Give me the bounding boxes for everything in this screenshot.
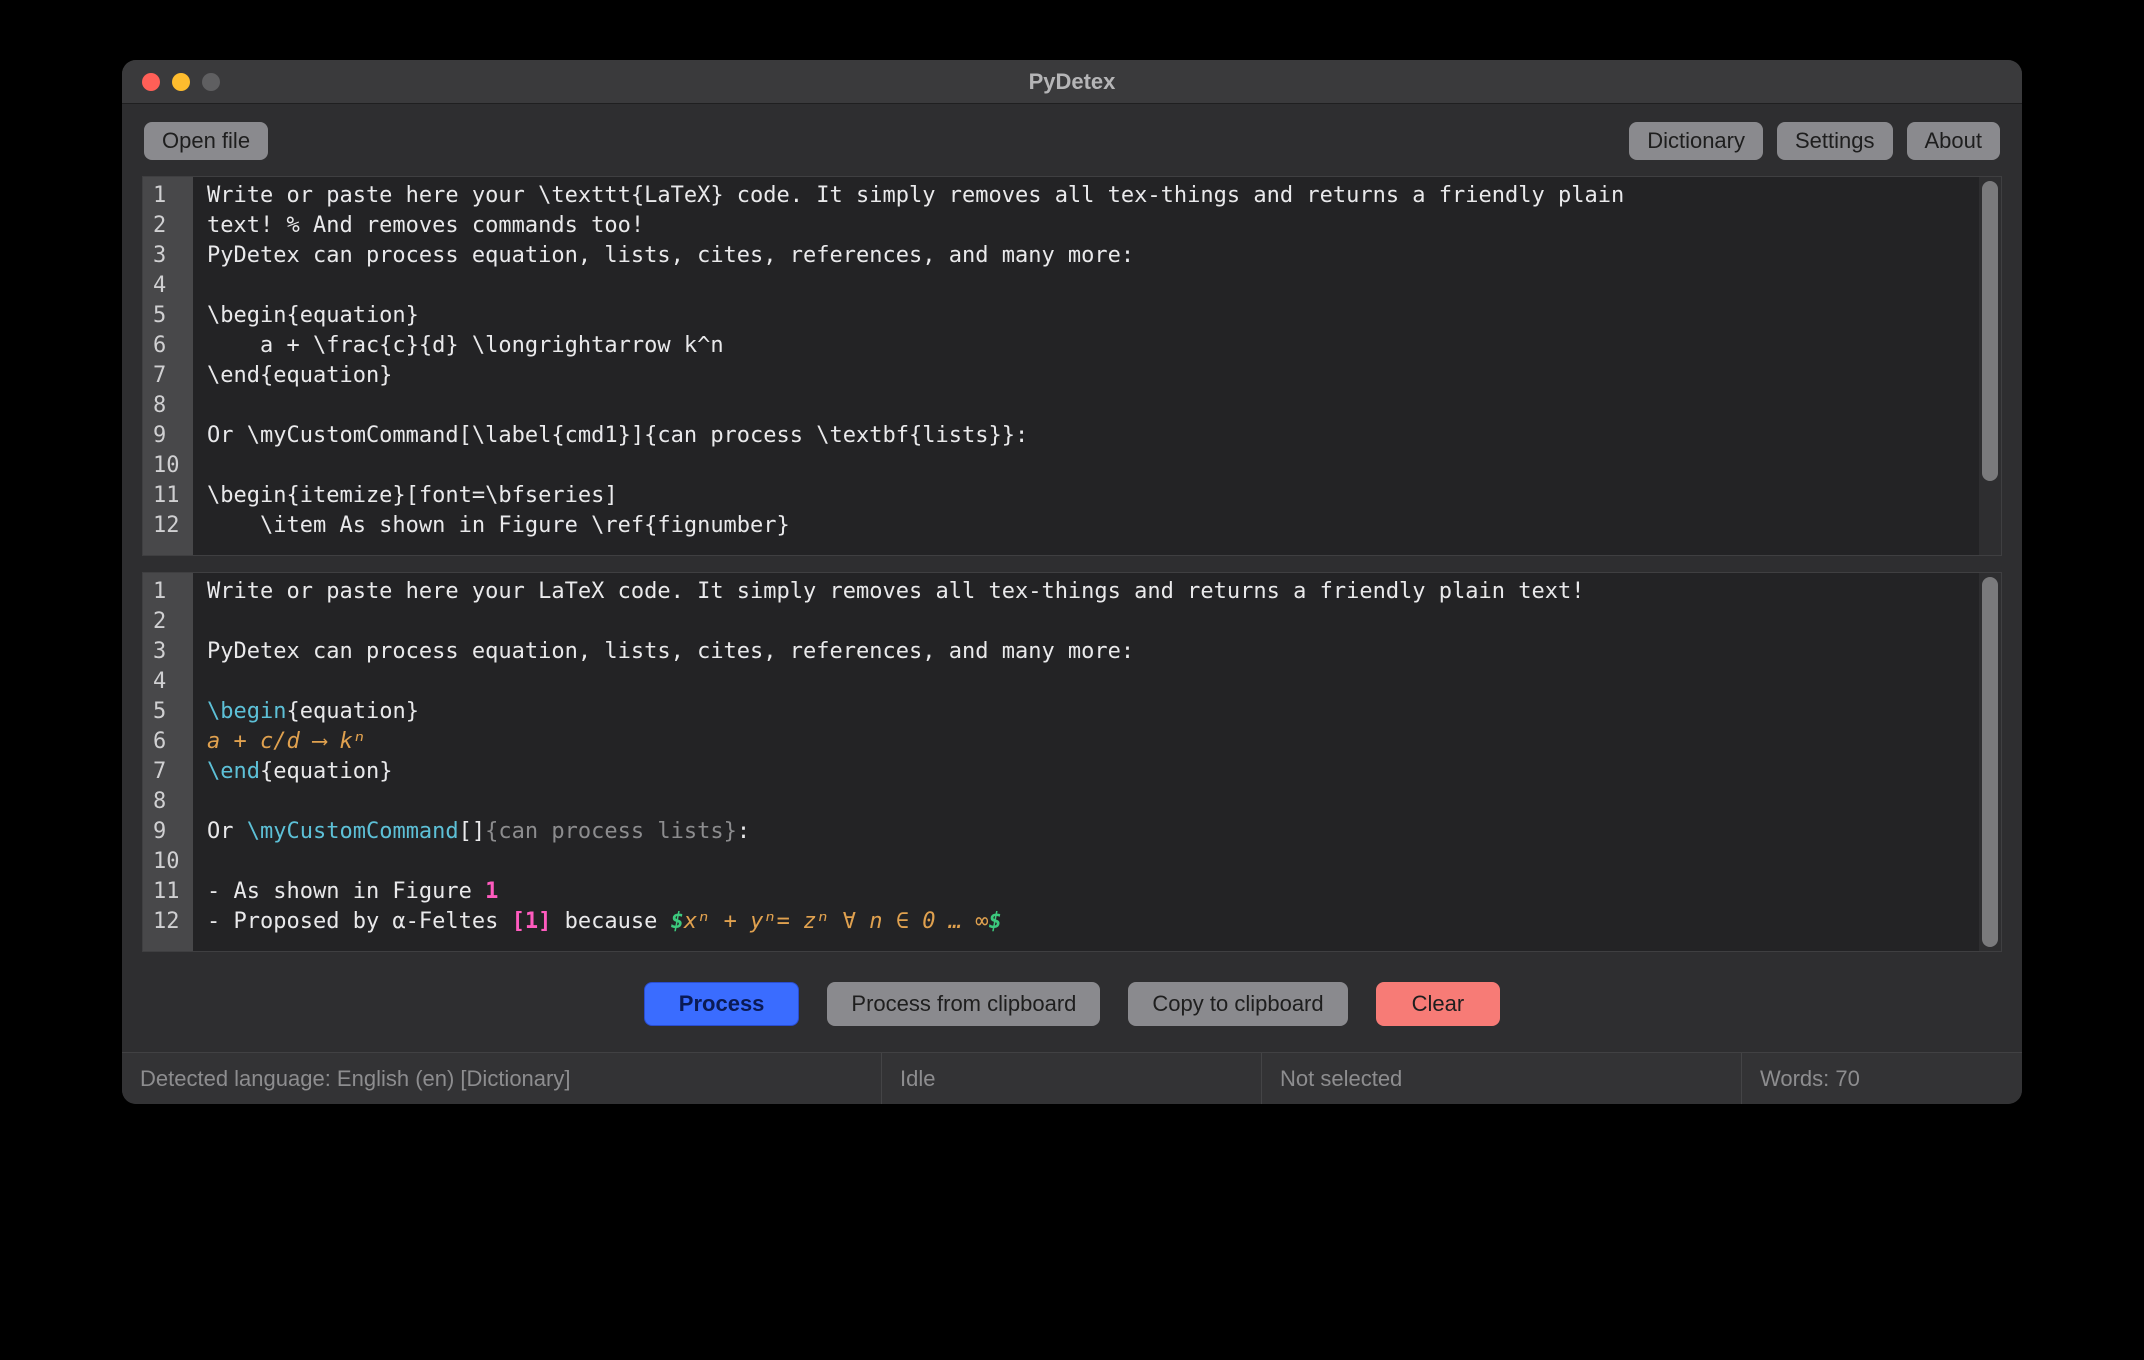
input-editor[interactable]: 1 2 3 4 5 6 7 8 9 10 11 12 Write or past… (142, 176, 2002, 556)
about-button[interactable]: About (1907, 122, 2001, 160)
input-gutter: 1 2 3 4 5 6 7 8 9 10 11 12 (143, 177, 193, 555)
close-icon[interactable] (142, 73, 160, 91)
output-scroll-thumb[interactable] (1982, 577, 1998, 947)
input-scroll-thumb[interactable] (1982, 181, 1998, 481)
process-from-clipboard-button[interactable]: Process from clipboard (827, 982, 1100, 1026)
minimize-icon[interactable] (172, 73, 190, 91)
maximize-icon[interactable] (202, 73, 220, 91)
toolbar: Open file Dictionary Settings About (122, 104, 2022, 170)
status-language: Detected language: English (en) [Diction… (122, 1053, 882, 1104)
traffic-lights (122, 73, 220, 91)
input-code[interactable]: Write or paste here your \texttt{LaTeX} … (193, 177, 1979, 555)
window-title: PyDetex (122, 69, 2022, 95)
settings-button[interactable]: Settings (1777, 122, 1893, 160)
output-editor[interactable]: 1 2 3 4 5 6 7 8 9 10 11 12 Write or past… (142, 572, 2002, 952)
action-row: Process Process from clipboard Copy to c… (122, 952, 2022, 1052)
open-file-button[interactable]: Open file (144, 122, 268, 160)
output-scrollbar[interactable] (1979, 573, 2001, 951)
output-gutter: 1 2 3 4 5 6 7 8 9 10 11 12 (143, 573, 193, 951)
output-code[interactable]: Write or paste here your LaTeX code. It … (193, 573, 1979, 951)
status-state: Idle (882, 1053, 1262, 1104)
input-scrollbar[interactable] (1979, 177, 2001, 555)
status-selection: Not selected (1262, 1053, 1742, 1104)
process-button[interactable]: Process (644, 982, 800, 1026)
clear-button[interactable]: Clear (1376, 982, 1501, 1026)
copy-to-clipboard-button[interactable]: Copy to clipboard (1128, 982, 1347, 1026)
status-words: Words: 70 (1742, 1053, 2022, 1104)
statusbar: Detected language: English (en) [Diction… (122, 1052, 2022, 1104)
app-window: PyDetex Open file Dictionary Settings Ab… (122, 60, 2022, 1104)
titlebar: PyDetex (122, 60, 2022, 104)
dictionary-button[interactable]: Dictionary (1629, 122, 1763, 160)
